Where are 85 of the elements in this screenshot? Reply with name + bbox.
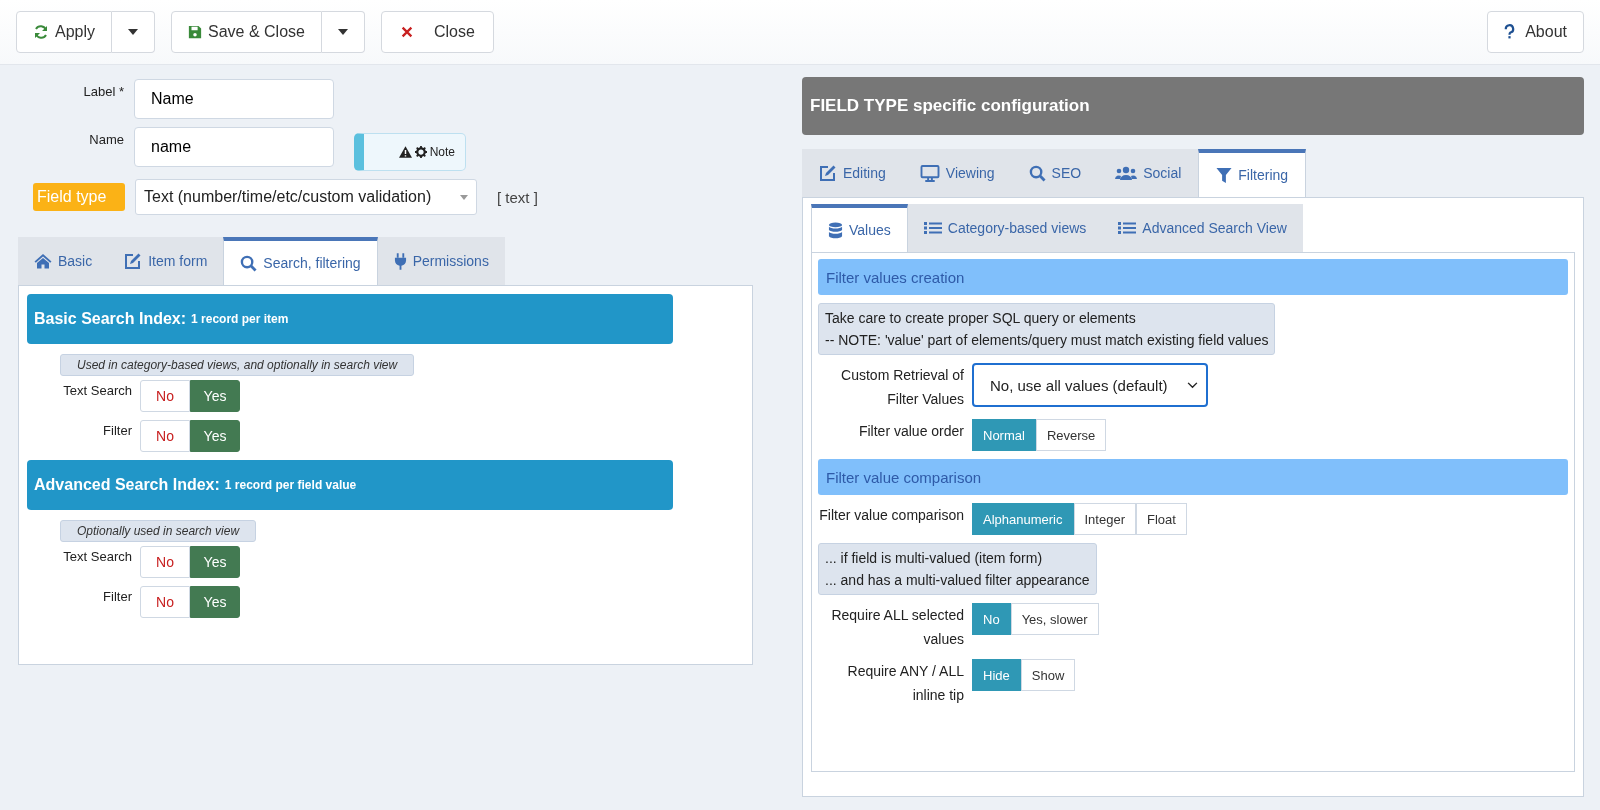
toggle-option[interactable]: No: [140, 380, 190, 412]
tab[interactable]: Editing: [802, 149, 903, 197]
edit-icon: [124, 252, 143, 270]
tab[interactable]: SEO: [1011, 149, 1099, 197]
panel-title: FIELD TYPE specific configuration: [802, 77, 1584, 135]
radio-option[interactable]: Float: [1136, 503, 1187, 535]
option-label: Custom Retrieval of Filter Values: [840, 366, 964, 409]
filter-icon: [1216, 166, 1233, 184]
field-label: Name: [88, 132, 124, 147]
toolbar-button[interactable]: Save & Close: [171, 11, 322, 53]
plug-icon: [393, 252, 407, 270]
subtab[interactable]: Values: [811, 204, 908, 252]
section-header: Filter values creation: [818, 259, 1568, 295]
field-type-label: Field type: [33, 183, 125, 211]
chevron-down-icon: [1187, 381, 1198, 389]
note-label: Note: [429, 145, 455, 159]
toggle-option[interactable]: Yes: [190, 546, 240, 578]
toggle-option[interactable]: Yes: [190, 420, 240, 452]
about-button[interactable]: About: [1487, 11, 1584, 53]
subtab[interactable]: Category-based views: [907, 204, 1103, 252]
search-icon: [1028, 164, 1046, 182]
note-line: -- NOTE: 'value' part of elements/query must match existing field values: [825, 332, 1269, 348]
option-label: Filter: [102, 423, 132, 438]
radio-option[interactable]: Alphanumeric: [972, 503, 1074, 535]
toggle-option[interactable]: Yes: [190, 380, 240, 412]
section-header: Basic Search Index: 1 record per item: [27, 294, 673, 344]
option-label: Text Search: [62, 549, 132, 564]
help-icon: [1504, 24, 1516, 40]
toolbar-button[interactable]: Close: [380, 11, 494, 53]
radio-option[interactable]: Yes, slower: [1010, 603, 1099, 635]
caret-icon: [460, 194, 468, 200]
radio-option[interactable]: Reverse: [1035, 419, 1107, 451]
monitor-icon: [919, 164, 940, 182]
toggle-option[interactable]: No: [140, 546, 190, 578]
option-label: Filter value comparison: [818, 506, 964, 525]
users-icon: [1115, 166, 1138, 180]
option-label: Require ALL selected values: [830, 606, 964, 649]
option-label: Text Search: [62, 383, 132, 398]
dropdown-button[interactable]: [321, 11, 365, 53]
option-label: Filter: [102, 589, 132, 604]
toggle-option[interactable]: No: [140, 420, 190, 452]
home-icon: [34, 253, 52, 269]
note-line: Take care to create proper SQL query or elements: [825, 310, 1137, 326]
field-type-code: [ text ]: [497, 188, 538, 206]
toggle-option[interactable]: Yes: [190, 586, 240, 618]
radio-option[interactable]: Hide: [972, 659, 1021, 691]
tab[interactable]: Permissions: [377, 237, 505, 285]
gear-icon: [414, 146, 427, 158]
retrieval-select[interactable]: No, use all values (default): [972, 363, 1208, 407]
input-field[interactable]: Name: [134, 79, 334, 119]
list-icon: [923, 221, 942, 235]
close-icon: [399, 25, 414, 39]
section-header: Advanced Search Index: 1 record per field value: [27, 460, 673, 510]
option-label: Require ANY / ALL inline tip: [846, 662, 964, 705]
field-label: Label *: [82, 84, 124, 99]
caret-icon: [337, 29, 348, 35]
refresh-icon: [33, 24, 49, 40]
caret-icon: [128, 29, 139, 35]
dropdown-button[interactable]: [112, 11, 156, 53]
toolbar-button[interactable]: Apply: [16, 11, 113, 53]
radio-option[interactable]: Normal: [972, 419, 1036, 451]
field-type-select[interactable]: Text (number/time/etc/custom validation): [135, 179, 477, 215]
option-label: Filter value order: [857, 422, 964, 441]
tab[interactable]: Search, filtering: [223, 237, 378, 285]
tab[interactable]: Social: [1098, 149, 1199, 197]
database-icon: [828, 221, 843, 239]
radio-option[interactable]: Integer: [1073, 503, 1136, 535]
tab[interactable]: Filtering: [1198, 149, 1307, 197]
note-line: ... if field is multi-valued (item form): [825, 550, 1044, 566]
search-icon: [240, 254, 258, 272]
tab[interactable]: Basic: [18, 237, 109, 285]
tab[interactable]: Item form: [108, 237, 224, 285]
radio-option[interactable]: Show: [1020, 659, 1076, 691]
note-line: ... and has a multi-valued filter appearance: [825, 572, 1090, 588]
section-hint: Used in category-based views, and optionally in search view: [60, 354, 415, 376]
radio-option[interactable]: No: [972, 603, 1011, 635]
warning-icon: [398, 146, 412, 158]
toggle-option[interactable]: No: [140, 586, 190, 618]
subtab[interactable]: Advanced Search View: [1102, 204, 1303, 252]
section-hint: Optionally used in search view: [60, 520, 257, 542]
tab[interactable]: Viewing: [902, 149, 1012, 197]
section-header: Filter value comparison: [818, 459, 1568, 495]
input-field[interactable]: name: [134, 127, 334, 167]
edit-icon: [819, 164, 837, 182]
list-icon: [1118, 221, 1137, 235]
